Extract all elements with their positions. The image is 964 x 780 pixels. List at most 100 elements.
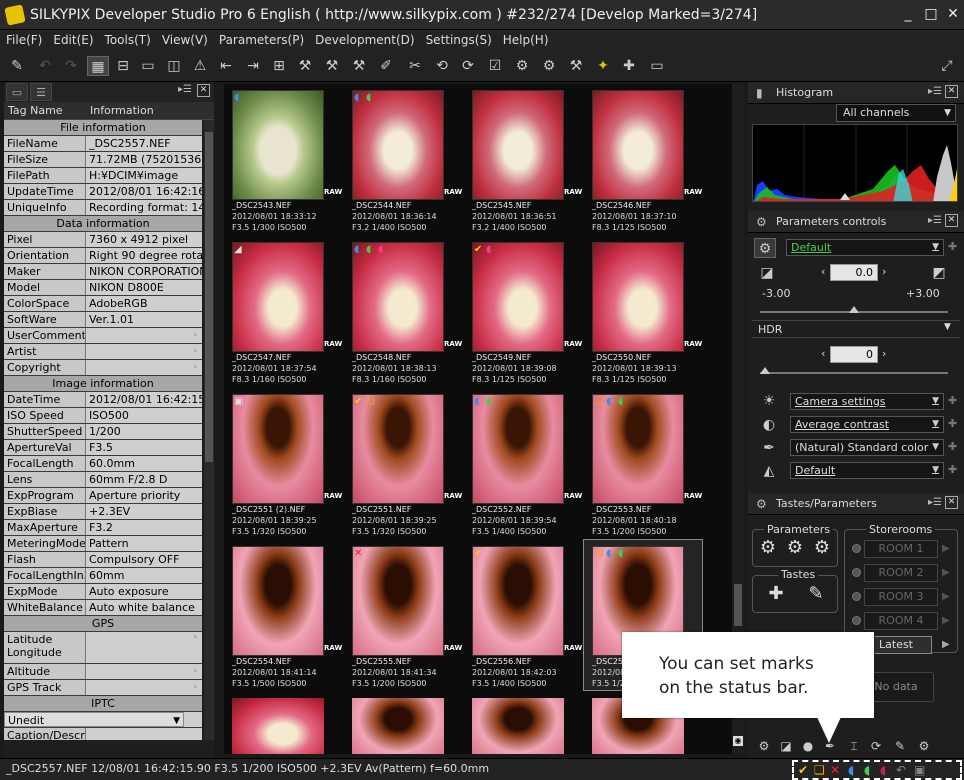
room3-radio[interactable] (852, 592, 861, 601)
col-tag-name[interactable]: Tag Name (4, 102, 86, 119)
iptc-caption-row[interactable]: Caption/Descri (4, 728, 202, 740)
thumbnail-image[interactable] (472, 394, 564, 504)
crop-icon[interactable]: ✂ (404, 56, 426, 76)
sharpness-add-icon[interactable]: ✚ (948, 463, 957, 476)
close-histogram-button[interactable]: ✕ (945, 85, 958, 98)
blue-tag-icon[interactable]: ◖ (606, 396, 611, 408)
scrollbar-thumb[interactable] (734, 584, 742, 626)
hdr-slider-knob[interactable] (760, 367, 770, 374)
info-row[interactable]: Maker NIKON CORPORATION (4, 264, 202, 280)
close-parameters-button[interactable]: ✕ (945, 214, 958, 227)
close-panel-button[interactable]: ✕ (197, 84, 210, 97)
thumbnail-image[interactable] (472, 242, 564, 352)
thumbnail-view-icon[interactable]: ▦ (87, 56, 109, 76)
brush-icon[interactable]: ✐ (375, 56, 397, 76)
close-tastes-button[interactable]: ✕ (945, 496, 958, 509)
plugin-icon[interactable]: ✚ (618, 56, 640, 76)
green-tag-icon[interactable]: ◖ (486, 396, 491, 408)
info-row[interactable]: DateTime 2012/08/01 16:42:15 (4, 392, 202, 408)
sharpness-select[interactable]: Default ▼ (790, 462, 944, 479)
preset-add-icon[interactable]: ✚ (948, 240, 957, 253)
thumbnail-image[interactable] (472, 90, 564, 200)
pin-icon[interactable]: ▸☰ (928, 497, 942, 508)
next-image-icon[interactable]: ⇥ (242, 56, 264, 76)
check-mark-icon[interactable]: ✔ (474, 548, 482, 560)
check-mark-icon[interactable]: ✔ (354, 396, 362, 408)
eraser-icon[interactable]: ✎ (6, 56, 28, 76)
hdr-decrease-icon[interactable]: ‹ (821, 347, 825, 360)
menu-help[interactable]: Help(H) (503, 33, 549, 47)
room3-arrow-icon[interactable]: ▶ (942, 591, 950, 602)
info-tab-icon[interactable]: ☰ (30, 83, 52, 101)
duplicate-mark-icon[interactable]: ❏ (594, 548, 603, 560)
info-row[interactable]: Lens 60mm F/2.8 D (4, 472, 202, 488)
lock-mark-icon[interactable]: ▣ (914, 763, 925, 777)
room1-radio[interactable] (852, 544, 861, 553)
prev-image-icon[interactable]: ⇤ (215, 56, 237, 76)
info-row[interactable]: UniqueInfo Recording format: 14b (4, 200, 202, 216)
info-row[interactable]: FocalLengthIn3 60mm (4, 568, 202, 584)
batch-develop-icon[interactable]: ⚙ (538, 56, 560, 76)
preview-view-icon[interactable]: ▭ (137, 56, 159, 76)
white-balance-select[interactable]: Camera settings ▼ (790, 393, 944, 410)
duplicate-mark-icon[interactable]: ❏ (814, 763, 825, 777)
thumbnail-image[interactable] (232, 394, 324, 504)
thumbnail-item[interactable]: RAW _DSC2553.NEF 2012/08/01 18:40:18 F3.5 1… (584, 388, 702, 538)
thumbnail-item[interactable]: RAW _DSC2546.NEF 2012/08/01 18:37:10 F8.3 1… (584, 84, 702, 234)
undo-icon[interactable]: ↶ (34, 56, 56, 76)
menu-edit[interactable]: Edit(E) (53, 33, 93, 47)
green-tag-icon[interactable]: ◖ (618, 396, 623, 408)
room4-button[interactable]: ROOM 4 (864, 612, 938, 630)
folder-tab-icon[interactable]: ▭ (6, 83, 28, 101)
info-row[interactable]: ExpBiase +2.3EV (4, 504, 202, 520)
thumbnail-image[interactable] (592, 90, 684, 200)
duplicate-mark-icon[interactable]: ❏ (594, 396, 603, 408)
hdr-header[interactable]: HDR ▼ (752, 320, 960, 338)
thumbnail-image[interactable] (232, 698, 324, 754)
info-row[interactable]: ISO Speed ISO500 (4, 408, 202, 424)
pin-icon[interactable]: ▸☰ (928, 215, 942, 226)
room2-button[interactable]: ROOM 2 (864, 564, 938, 582)
gps-altitude-row[interactable]: Altitude ◦ (4, 664, 202, 680)
scroll-target-icon[interactable]: ◉ (733, 736, 743, 746)
info-panel-scrollbar[interactable] (204, 120, 214, 740)
green-tag-icon[interactable]: ◖ (366, 244, 371, 256)
room4-radio[interactable] (852, 616, 861, 625)
tone-add-icon[interactable]: ✚ (948, 417, 957, 430)
compare-view-icon[interactable]: ◫ (163, 56, 185, 76)
info-row[interactable]: WhiteBalance Auto white balance (4, 600, 202, 616)
pin-icon[interactable]: ▸☰ (178, 84, 192, 95)
room4-arrow-icon[interactable]: ▶ (942, 615, 950, 626)
room1-button[interactable]: ROOM 1 (864, 540, 938, 558)
info-row[interactable]: FileName _DSC2557.NEF (4, 136, 202, 152)
exposure-decrease-icon[interactable]: ‹ (821, 265, 825, 278)
info-row[interactable]: MaxAperture F3.2 (4, 520, 202, 536)
thumbnail-item[interactable]: RAW _DSC2544.NEF 2012/08/01 18:36:14 F3.2 1… (344, 84, 462, 234)
info-row[interactable]: OrientationRight 90 degree rotatio (4, 248, 202, 264)
copy-params-icon[interactable]: ⚒ (294, 56, 316, 76)
info-row[interactable]: Copyright ◦ (4, 360, 202, 376)
blue-tag-icon[interactable]: ◖ (474, 396, 479, 408)
hdr-slider[interactable] (760, 367, 948, 374)
menu-settings[interactable]: Settings(S) (426, 33, 492, 47)
green-tag-icon[interactable]: ◖ (864, 763, 870, 777)
lock-icon[interactable]: ◢ (234, 244, 242, 256)
hdr-collapse-icon[interactable]: ▼ (944, 322, 951, 332)
info-row[interactable]: ExpMode Auto exposure (4, 584, 202, 600)
thumbnail-item[interactable]: RAW _DSC2554.NEF 2012/08/01 18:41:14 F3.5 1… (224, 540, 342, 690)
menu-tools[interactable]: Tools(T) (105, 33, 151, 47)
pin-icon[interactable]: ▸☰ (928, 86, 942, 97)
retouch-icon[interactable]: ✎ (890, 736, 910, 756)
exposure-slider-knob[interactable] (849, 306, 859, 313)
paste-all-icon[interactable]: ⚒ (348, 56, 370, 76)
green-tag-icon[interactable]: ◖ (366, 92, 371, 104)
color-add-icon[interactable]: ✚ (948, 440, 957, 453)
thumbnail-item[interactable]: RAW _DSC2550.NEF 2012/08/01 18:39:13 F8.3 1… (584, 236, 702, 386)
thumbnail-item[interactable]: RAW _DSC2556.NEF 2012/08/01 18:42:03 F3.5 1… (464, 540, 582, 690)
blue-tag-icon[interactable]: ◖ (606, 548, 611, 560)
thumbnail-image[interactable] (592, 394, 684, 504)
info-row[interactable]: ExpProgram Aperture priority (4, 488, 202, 504)
thumbnail-image[interactable] (352, 698, 444, 754)
info-row[interactable]: ShutterSpeed 1/200 (4, 424, 202, 440)
rotate-icon[interactable]: ⟳ (866, 736, 886, 756)
